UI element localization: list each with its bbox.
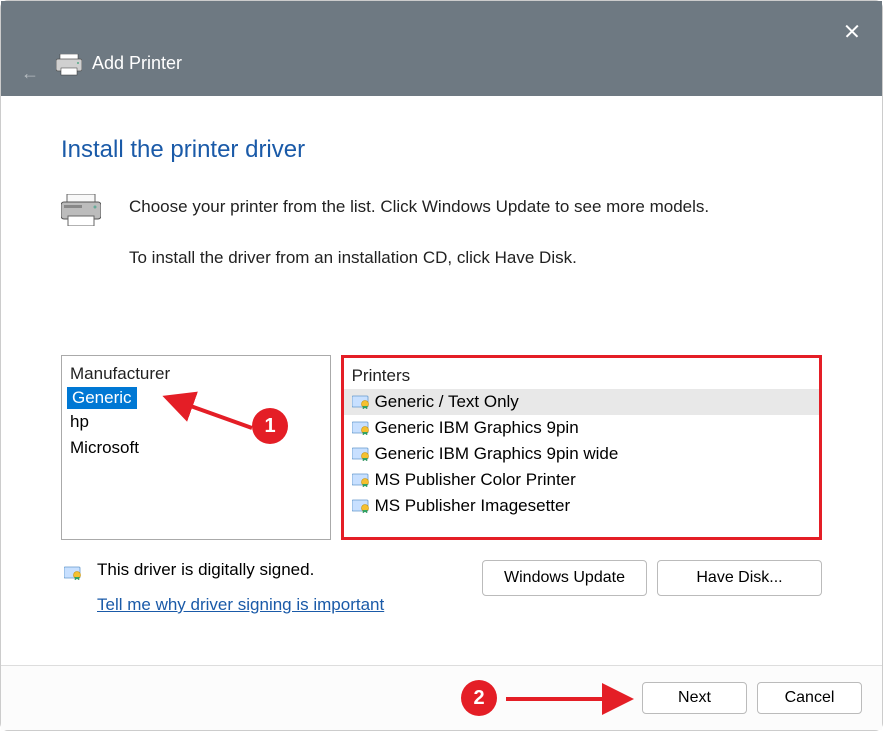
annotation-arrow-2 — [501, 684, 636, 719]
certificate-icon — [352, 421, 370, 435]
certificate-icon — [61, 564, 85, 582]
printer-icon — [56, 54, 82, 74]
annotation-step-2: 2 — [461, 680, 497, 716]
printer-item-ms-color[interactable]: MS Publisher Color Printer — [344, 467, 819, 493]
certificate-icon — [352, 395, 370, 409]
why-signing-link[interactable]: Tell me why driver signing is important — [97, 595, 384, 615]
have-disk-button[interactable]: Have Disk... — [657, 560, 822, 596]
printer-item-ibm-9pin-wide[interactable]: Generic IBM Graphics 9pin wide — [344, 441, 819, 467]
footer: 2 Next Cancel — [1, 665, 882, 730]
page-heading: Install the printer driver — [61, 136, 822, 164]
printers-list[interactable]: Printers Generic / Text Only Generic IBM… — [341, 355, 822, 540]
intro-text-2: To install the driver from an installati… — [129, 245, 709, 271]
next-button[interactable]: Next — [642, 682, 747, 714]
manufacturer-item-generic[interactable]: Generic — [67, 387, 137, 409]
printer-item-generic-text[interactable]: Generic / Text Only — [344, 389, 819, 415]
annotation-step-1: 1 — [252, 408, 288, 444]
cancel-button[interactable]: Cancel — [757, 682, 862, 714]
windows-update-button[interactable]: Windows Update — [482, 560, 647, 596]
annotation-arrow-1 — [177, 396, 257, 441]
manufacturer-header: Manufacturer — [62, 361, 330, 387]
printer-item-ibm-9pin[interactable]: Generic IBM Graphics 9pin — [344, 415, 819, 441]
manufacturer-list[interactable]: Manufacturer Generic hp Microsoft 1 — [61, 355, 331, 540]
certificate-icon — [352, 499, 370, 513]
certificate-icon — [352, 473, 370, 487]
signed-text: This driver is digitally signed. — [97, 560, 384, 580]
content-area: Install the printer driver Choose your p… — [1, 96, 882, 665]
printers-header: Printers — [344, 363, 819, 389]
back-arrow-icon[interactable] — [21, 63, 41, 83]
printer-icon-large — [61, 194, 101, 226]
close-icon[interactable] — [842, 21, 862, 41]
printer-item-ms-imagesetter[interactable]: MS Publisher Imagesetter — [344, 493, 819, 519]
titlebar: Add Printer — [1, 1, 882, 96]
certificate-icon — [352, 447, 370, 461]
titlebar-title: Add Printer — [92, 53, 182, 74]
intro-text-1: Choose your printer from the list. Click… — [129, 194, 709, 220]
